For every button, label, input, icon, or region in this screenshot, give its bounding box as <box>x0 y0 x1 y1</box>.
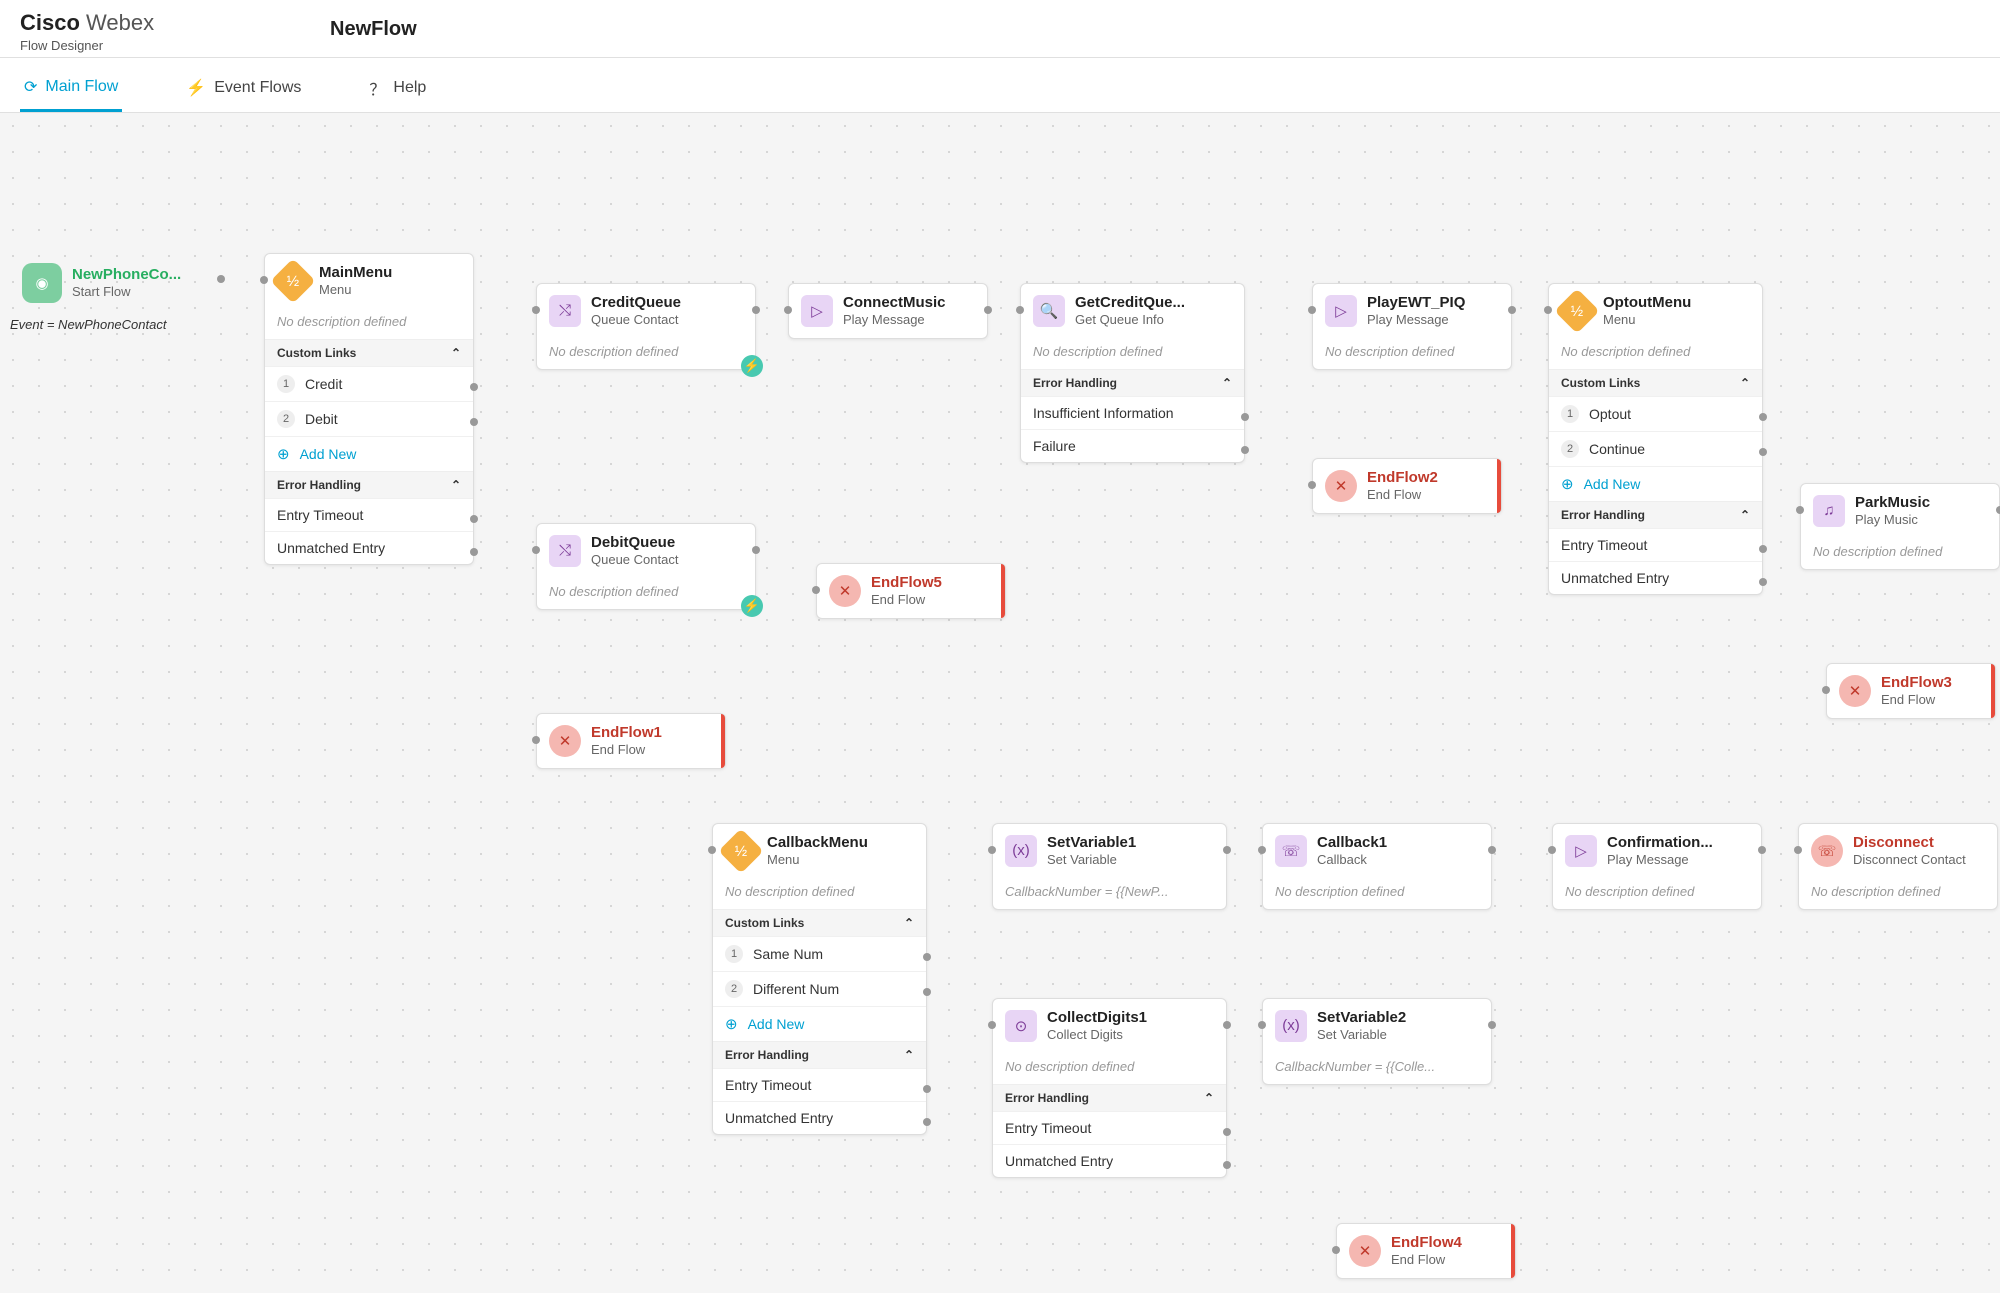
node-start[interactable]: ◉NewPhoneCo...Start Flow Event = NewPhon… <box>10 253 220 336</box>
menu-icon: ½ <box>718 828 763 873</box>
setvar2-expr: CallbackNumber = {{Colle... <box>1263 1053 1491 1084</box>
err-unmatched[interactable]: Unmatched Entry <box>265 531 473 564</box>
tab-event-flows[interactable]: ⚡ Event Flows <box>182 68 305 112</box>
option-credit[interactable]: 1Credit <box>265 366 473 401</box>
play-icon: ▷ <box>1565 835 1597 867</box>
close-icon: ✕ <box>1839 675 1871 707</box>
add-new-link[interactable]: Add New <box>713 1006 926 1041</box>
add-new-link[interactable]: Add New <box>265 436 473 471</box>
flash-badge: ⚡ <box>741 355 763 377</box>
start-event: Event = NewPhoneContact <box>10 313 220 336</box>
node-callbackmenu[interactable]: ½CallbackMenuMenu No description defined… <box>712 823 927 1135</box>
node-setvariable1[interactable]: (x)SetVariable1Set Variable CallbackNumb… <box>992 823 1227 910</box>
node-disconnect[interactable]: ☏DisconnectDisconnect Contact No descrip… <box>1798 823 1998 910</box>
node-optoutmenu[interactable]: ½OptoutMenuMenu No description defined C… <box>1548 283 1763 595</box>
flash-badge: ⚡ <box>741 595 763 617</box>
add-new-link[interactable]: Add New <box>1549 466 1762 501</box>
option-diffnum[interactable]: 2Different Num <box>713 971 926 1006</box>
node-debitqueue[interactable]: ⤭DebitQueueQueue Contact No description … <box>536 523 756 610</box>
music-icon: ♫ <box>1813 495 1845 527</box>
node-setvariable2[interactable]: (x)SetVariable2Set Variable CallbackNumb… <box>1262 998 1492 1085</box>
search-icon: 🔍 <box>1033 295 1065 327</box>
start-icon: ◉ <box>22 263 62 303</box>
err-insufficient[interactable]: Insufficient Information <box>1021 396 1244 429</box>
shuffle-icon: ⤭ <box>549 535 581 567</box>
err-entry-timeout[interactable]: Entry Timeout <box>265 498 473 531</box>
node-endflow4[interactable]: ✕EndFlow4End Flow <box>1336 1223 1516 1279</box>
node-callback1[interactable]: ☏Callback1Callback No description define… <box>1262 823 1492 910</box>
close-icon: ✕ <box>549 725 581 757</box>
node-collectdigits[interactable]: ⊙CollectDigits1Collect Digits No descrip… <box>992 998 1227 1178</box>
input-icon: ⊙ <box>1005 1010 1037 1042</box>
node-connectmusic[interactable]: ▷ConnectMusicPlay Message <box>788 283 988 339</box>
node-endflow2[interactable]: ✕EndFlow2End Flow <box>1312 458 1502 514</box>
option-debit[interactable]: 2Debit <box>265 401 473 436</box>
play-icon: ▷ <box>1325 295 1357 327</box>
variable-icon: (x) <box>1005 835 1037 867</box>
flow-canvas[interactable]: ◉NewPhoneCo...Start Flow Event = NewPhon… <box>0 113 2000 1293</box>
close-icon: ✕ <box>1349 1235 1381 1267</box>
shuffle-icon: ⤭ <box>549 295 581 327</box>
option-samenum[interactable]: 1Same Num <box>713 936 926 971</box>
node-creditqueue[interactable]: ⤭CreditQueueQueue Contact No description… <box>536 283 756 370</box>
flow-name: NewFlow <box>330 18 417 41</box>
tab-main-flow[interactable]: ⟳ Main Flow <box>20 68 122 112</box>
node-playewt[interactable]: ▷PlayEWT_PIQPlay Message No description … <box>1312 283 1512 370</box>
app-header: Cisco Webex Flow Designer NewFlow <box>0 0 2000 58</box>
tab-bar: ⟳ Main Flow ⚡ Event Flows ？ Help <box>0 58 2000 113</box>
close-icon: ✕ <box>829 575 861 607</box>
section-error-handling[interactable]: Error Handling⌃ <box>265 471 473 498</box>
app-subtitle: Flow Designer <box>20 38 1980 53</box>
err-failure[interactable]: Failure <box>1021 429 1244 462</box>
tab-help[interactable]: ？ Help <box>365 68 430 112</box>
menu-icon: ½ <box>1554 288 1599 333</box>
node-endflow1[interactable]: ✕EndFlow1End Flow <box>536 713 726 769</box>
setvar1-expr: CallbackNumber = {{NewP... <box>993 878 1226 909</box>
phone-icon: ☏ <box>1275 835 1307 867</box>
start-title: NewPhoneCo... <box>72 266 181 284</box>
option-optout[interactable]: 1Optout <box>1549 396 1762 431</box>
variable-icon: (x) <box>1275 1010 1307 1042</box>
section-custom-links[interactable]: Custom Links⌃ <box>265 339 473 366</box>
option-continue[interactable]: 2Continue <box>1549 431 1762 466</box>
menu-icon: ½ <box>270 258 315 303</box>
node-mainmenu[interactable]: ½MainMenuMenu No description defined Cus… <box>264 253 474 565</box>
play-icon: ▷ <box>801 295 833 327</box>
phone-off-icon: ☏ <box>1811 835 1843 867</box>
node-endflow3[interactable]: ✕EndFlow3End Flow <box>1826 663 1996 719</box>
node-getcreditqueue[interactable]: 🔍GetCreditQue...Get Queue Info No descri… <box>1020 283 1245 463</box>
node-confirmation[interactable]: ▷Confirmation...Play Message No descript… <box>1552 823 1762 910</box>
node-parkmusic[interactable]: ♫ParkMusicPlay Music No description defi… <box>1800 483 2000 570</box>
node-endflow5[interactable]: ✕EndFlow5End Flow <box>816 563 1006 619</box>
brand: Cisco Webex <box>20 10 1980 36</box>
close-icon: ✕ <box>1325 470 1357 502</box>
